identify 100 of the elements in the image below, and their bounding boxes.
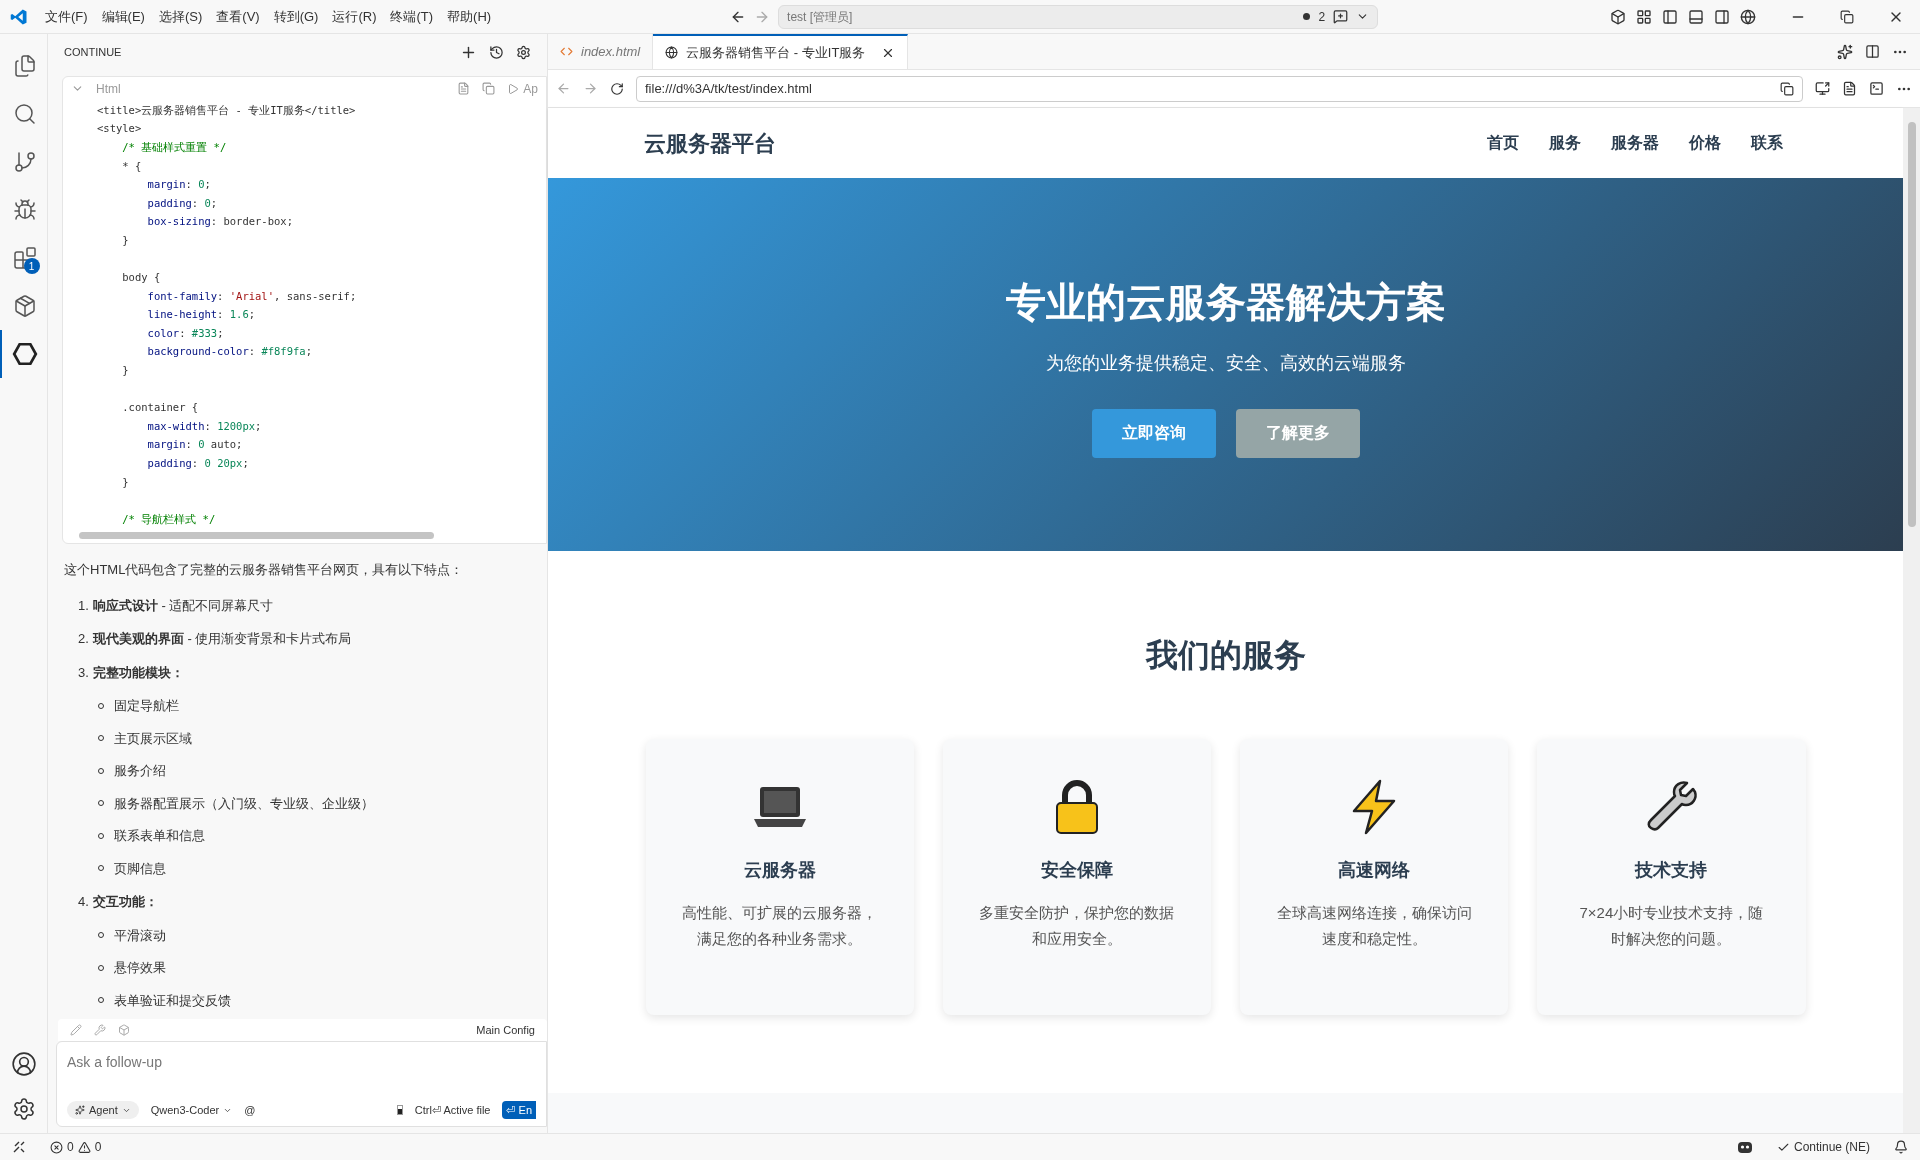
mode-selector[interactable]: Agent [67, 1101, 139, 1119]
code-line: margin: 0; [146, 177, 211, 193]
card-title: 技术支持 [1635, 859, 1708, 882]
list-item-text: 服务器配置展示（入门级、专业级、企业级） [114, 794, 374, 813]
chat-icon[interactable] [1333, 9, 1349, 24]
editor-tab[interactable]: 云服务器销售平台 - 专业IT服务 [653, 34, 909, 69]
hero-subtitle: 为您的业务提供稳定、安全、高效的云端服务 [1045, 351, 1406, 375]
panel-right-icon[interactable] [1714, 8, 1730, 25]
mention-button[interactable]: @ [244, 1101, 256, 1119]
files-icon[interactable] [12, 54, 37, 78]
code-line: font-family: 'Arial', sans-serif; [146, 288, 357, 304]
list-item-text: 平滑滚动 [114, 926, 166, 945]
account-icon[interactable] [10, 1051, 37, 1077]
inspect-icon[interactable] [1815, 81, 1830, 96]
settings-icon[interactable] [516, 44, 531, 60]
copy-icon[interactable] [482, 82, 496, 96]
globe-icon [665, 46, 679, 59]
nav-link[interactable]: 首页 [1487, 131, 1519, 155]
menu-item[interactable]: 选择(S) [151, 6, 210, 27]
reload-icon[interactable] [610, 81, 624, 96]
code-line: body { [121, 270, 161, 286]
history-icon[interactable] [489, 44, 504, 60]
language-label: Html [96, 80, 122, 98]
list-item-text: 联系表单和信息 [114, 827, 205, 845]
terminal-icon[interactable] [1869, 81, 1884, 96]
code-line: <style> [97, 121, 142, 137]
section-title: 我们的服务 [1145, 636, 1306, 675]
panel-bottom-icon[interactable] [1688, 8, 1704, 25]
warning-icon [77, 1140, 91, 1154]
list-item-text: 现代美观的界面 - 使用渐变背景和卡片式布局 [92, 630, 352, 648]
model-selector[interactable]: Qwen3-Coder [150, 1101, 233, 1119]
notifications-icon[interactable] [1894, 1140, 1908, 1154]
notes-icon[interactable] [1842, 81, 1857, 96]
code-line: color: #333; [146, 325, 224, 341]
card-title: 高速网络 [1338, 859, 1411, 882]
menu-item[interactable]: 文件(F) [38, 6, 95, 27]
notification-badge: 1 [23, 258, 40, 274]
nav-link[interactable]: 服务 [1549, 131, 1581, 155]
site-brand: 云服务器平台 [644, 129, 777, 158]
split-icon[interactable] [1865, 44, 1880, 59]
list-item-text: 完整功能模块： [92, 663, 184, 682]
code-line: background-color: #f8f9fa; [146, 344, 312, 360]
list-number: 4. [78, 893, 89, 911]
branch-icon[interactable] [12, 150, 37, 174]
nav-link[interactable]: 价格 [1689, 131, 1721, 155]
package-icon[interactable] [12, 294, 37, 318]
menu-item[interactable]: 帮助(H) [440, 6, 499, 27]
code-line: } [121, 232, 129, 248]
menu-item[interactable]: 查看(V) [209, 6, 267, 27]
ai-icon[interactable] [1837, 43, 1853, 60]
continue-status[interactable]: Continue (NE) [1776, 1138, 1870, 1156]
app-logo-icon [10, 7, 28, 26]
panel-left-icon[interactable] [1662, 8, 1678, 25]
error-icon [50, 1140, 63, 1154]
play-icon[interactable] [507, 82, 520, 95]
list-item-text: 页脚信息 [114, 859, 166, 878]
command-center[interactable]: test [管理员] 2 [778, 4, 1379, 29]
activity-bar-item[interactable]: 1 [0, 234, 48, 282]
address-field[interactable]: file:///d%3A/tk/test/index.html [636, 75, 1803, 102]
restore-icon[interactable] [1840, 9, 1854, 24]
card-text: 全球高速网络连接，确保访问速度和稳定性。 [1276, 903, 1473, 949]
scrollbar-thumb[interactable] [1907, 122, 1916, 527]
remote-icon[interactable] [12, 1140, 26, 1154]
code-line: * { [121, 158, 142, 174]
list-item-text: 悬停效果 [114, 959, 166, 977]
cube-icon[interactable] [1610, 8, 1626, 25]
chat-input-field[interactable]: Ask a follow-up [67, 1052, 536, 1073]
settings-icon[interactable] [11, 1097, 36, 1121]
code-line: margin: 0 auto; [146, 437, 243, 453]
menu-item[interactable]: 转到(G) [266, 6, 326, 27]
card-title: 安全保障 [1040, 859, 1113, 882]
sparkle-icon [75, 1105, 85, 1115]
changes-count: 2 [1318, 8, 1326, 26]
list-item-text: 服务介绍 [114, 762, 166, 780]
menu-item[interactable]: 编辑(E) [94, 6, 152, 27]
config-label[interactable]: Main Config [476, 1021, 535, 1039]
search-icon[interactable] [12, 102, 37, 126]
list-number: 3. [78, 663, 89, 682]
scrollbar-thumb[interactable] [79, 532, 434, 540]
code-line: } [121, 474, 129, 490]
list-item-text: 主页展示区域 [114, 729, 192, 748]
code-line: } [121, 363, 129, 379]
menu-item[interactable]: 运行(R) [325, 6, 384, 27]
code-line: padding: 0; [146, 195, 218, 211]
card-text: 高性能、可扩展的云服务器，满足您的各种业务需求。 [681, 903, 878, 949]
menu-item[interactable]: 终端(T) [383, 6, 441, 27]
layout-icon[interactable] [1636, 8, 1652, 25]
shortcut-hint: Ctrl⏎ Active file [414, 1102, 491, 1118]
code-file-icon [560, 45, 573, 58]
extensions-icon[interactable] [12, 246, 37, 270]
enter-button[interactable]: ⏎ En [502, 1101, 536, 1119]
list-item-text: 表单验证和提交反馈 [114, 991, 231, 1010]
code-line: padding: 0 20px; [146, 456, 249, 471]
nav-link[interactable]: 服务器 [1611, 131, 1659, 155]
bug-icon[interactable] [12, 198, 37, 222]
nav-link[interactable]: 联系 [1751, 131, 1783, 155]
problems-status[interactable]: 0 0 [50, 1138, 102, 1156]
list-item-text: 交互功能： [92, 893, 158, 911]
panel-title: CONTINUE [64, 44, 123, 60]
globe-icon[interactable] [1740, 8, 1756, 25]
